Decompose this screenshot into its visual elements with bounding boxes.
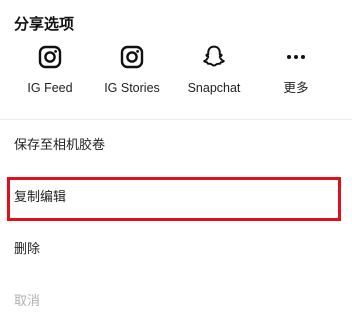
cancel-button[interactable]: 取消 xyxy=(0,282,352,322)
copy-edit-label: 复制编辑 xyxy=(14,190,67,205)
delete-label: 删除 xyxy=(14,242,41,257)
share-snapchat-button[interactable]: Snapchat xyxy=(173,44,255,104)
share-ig-stories-label: IG Stories xyxy=(104,81,160,95)
share-more-button[interactable]: 更多 xyxy=(255,44,337,104)
share-ig-stories-button[interactable]: IG Stories xyxy=(91,44,173,104)
share-options-title: 分享选项 xyxy=(14,15,75,33)
delete-button[interactable]: 删除 xyxy=(0,230,352,270)
divider xyxy=(0,119,352,120)
share-ig-feed-label: IG Feed xyxy=(27,81,73,95)
copy-edit-button[interactable]: 复制编辑 xyxy=(0,178,352,218)
share-more-label: 更多 xyxy=(283,81,309,95)
instagram-icon xyxy=(119,44,145,70)
cancel-label: 取消 xyxy=(14,294,41,309)
save-to-camera-roll-label: 保存至相机胶卷 xyxy=(14,138,106,153)
more-dots-icon xyxy=(283,44,309,70)
share-targets-row: IG Feed IG Stories Snapchat 更多 xyxy=(0,44,352,104)
share-ig-feed-button[interactable]: IG Feed xyxy=(9,44,91,104)
share-snapchat-label: Snapchat xyxy=(187,81,241,95)
snapchat-ghost-icon xyxy=(201,44,227,70)
instagram-icon xyxy=(37,44,63,70)
save-to-camera-roll-button[interactable]: 保存至相机胶卷 xyxy=(0,126,352,166)
share-options-sheet: 分享选项 IG Feed IG Stories Snapchat 更多 保存至相… xyxy=(0,0,352,324)
